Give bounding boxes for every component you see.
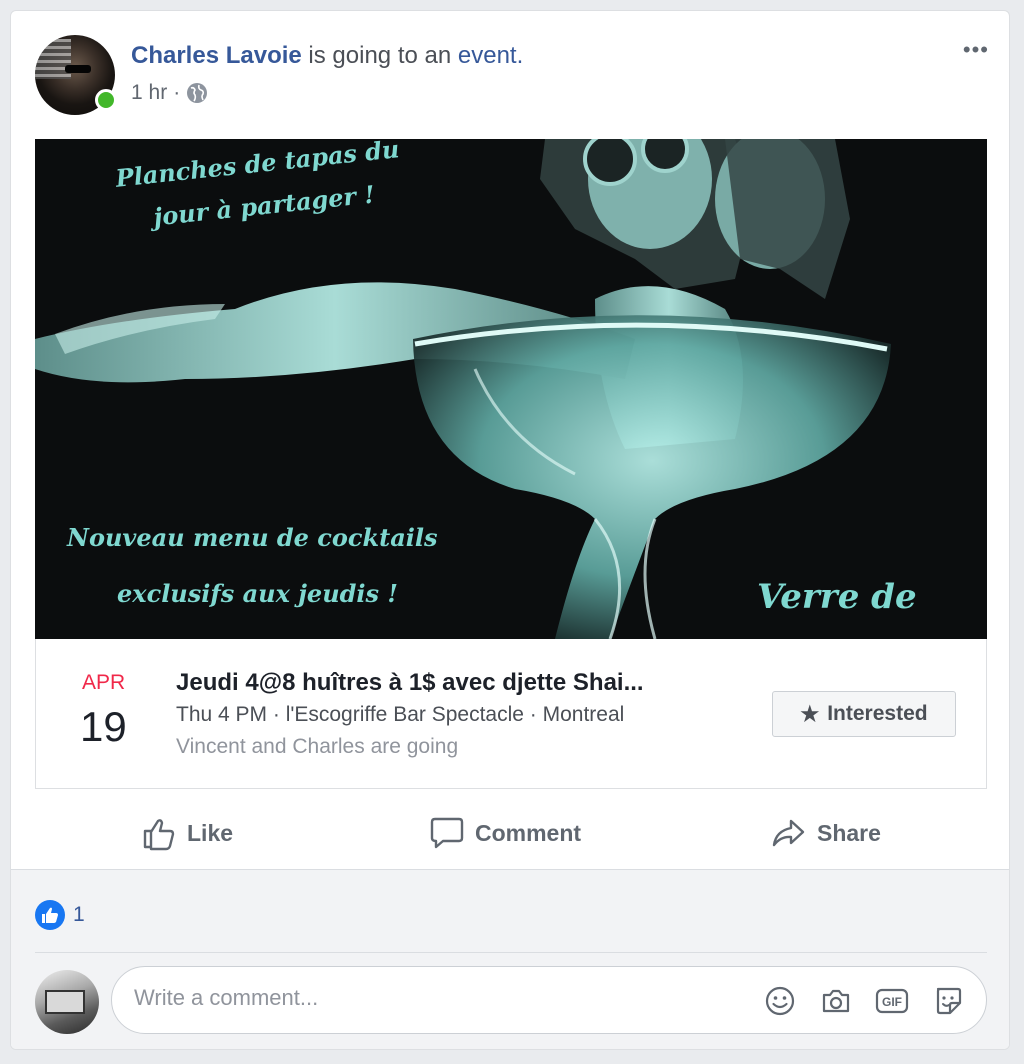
cover-text-bottom-right: Verre de xyxy=(757,577,917,617)
meta-separator: · xyxy=(173,81,181,104)
thumbs-up-icon xyxy=(141,815,177,851)
gif-icon-label: GIF xyxy=(882,995,902,1009)
camera-icon[interactable] xyxy=(818,983,854,1019)
current-user-avatar[interactable] xyxy=(35,970,99,1034)
post-title: Charles Lavoie is going to an event. xyxy=(131,41,523,71)
comment-box[interactable]: GIF xyxy=(111,966,987,1034)
more-options-icon[interactable]: ••• xyxy=(963,39,989,61)
event-attendees: Vincent and Charles are going xyxy=(176,735,459,758)
event-time-location: Thu 4 PM · l'Escogriffe Bar Spectacle · … xyxy=(176,703,625,726)
event-title[interactable]: Jeudi 4@8 huîtres à 1$ avec djette Shai.… xyxy=(176,669,644,697)
avatar-picture-frame xyxy=(45,990,85,1014)
star-icon: ★ xyxy=(800,702,820,726)
author-name-link[interactable]: Charles Lavoie xyxy=(131,42,302,69)
online-status-dot xyxy=(95,89,117,111)
event-details[interactable]: APR 19 Jeudi 4@8 huîtres à 1$ avec djett… xyxy=(35,639,987,789)
gif-icon[interactable]: GIF xyxy=(874,983,910,1019)
share-button[interactable]: Share xyxy=(771,813,881,853)
like-label: Like xyxy=(187,819,234,846)
comment-button[interactable]: Comment xyxy=(429,813,581,853)
event-month: APR xyxy=(82,671,126,694)
globe-icon[interactable] xyxy=(186,82,208,104)
share-arrow-icon xyxy=(771,815,807,851)
post-footer: 1 Write a comment... GIF xyxy=(11,869,1009,1049)
cover-text-bottom-line2: exclusifs aux jeudis ! xyxy=(117,579,398,608)
interested-button[interactable]: ★ Interested xyxy=(772,691,956,737)
interested-button-label: Interested xyxy=(827,702,928,725)
like-reaction-icon xyxy=(35,900,65,930)
share-label: Share xyxy=(817,819,881,846)
post-verb: is going to an xyxy=(308,42,452,69)
reactions-summary[interactable]: 1 xyxy=(35,900,85,930)
event-day: 19 xyxy=(80,703,127,750)
speech-bubble-icon xyxy=(429,815,465,851)
action-bar: Like Comment Share xyxy=(11,797,1009,869)
post-timestamp[interactable]: 1 hr xyxy=(131,81,167,105)
comment-input[interactable] xyxy=(134,985,734,1011)
event-link[interactable]: event. xyxy=(458,42,523,69)
reaction-count[interactable]: 1 xyxy=(73,903,85,927)
event-cover-image[interactable]: Planches de tapas du jour à partager ! N… xyxy=(35,139,987,639)
footer-divider xyxy=(35,952,987,953)
comment-label: Comment xyxy=(475,819,582,846)
avatar-background xyxy=(35,39,71,79)
post-card: Charles Lavoie is going to an event. 1 h… xyxy=(10,10,1010,1050)
emoji-icon[interactable] xyxy=(762,983,798,1019)
avatar-glasses xyxy=(65,65,91,73)
cover-text-bottom-line1: Nouveau menu de cocktails xyxy=(67,523,438,552)
sticker-icon[interactable] xyxy=(930,983,966,1019)
like-button[interactable]: Like xyxy=(141,813,233,853)
post-meta: 1 hr · xyxy=(131,81,208,105)
